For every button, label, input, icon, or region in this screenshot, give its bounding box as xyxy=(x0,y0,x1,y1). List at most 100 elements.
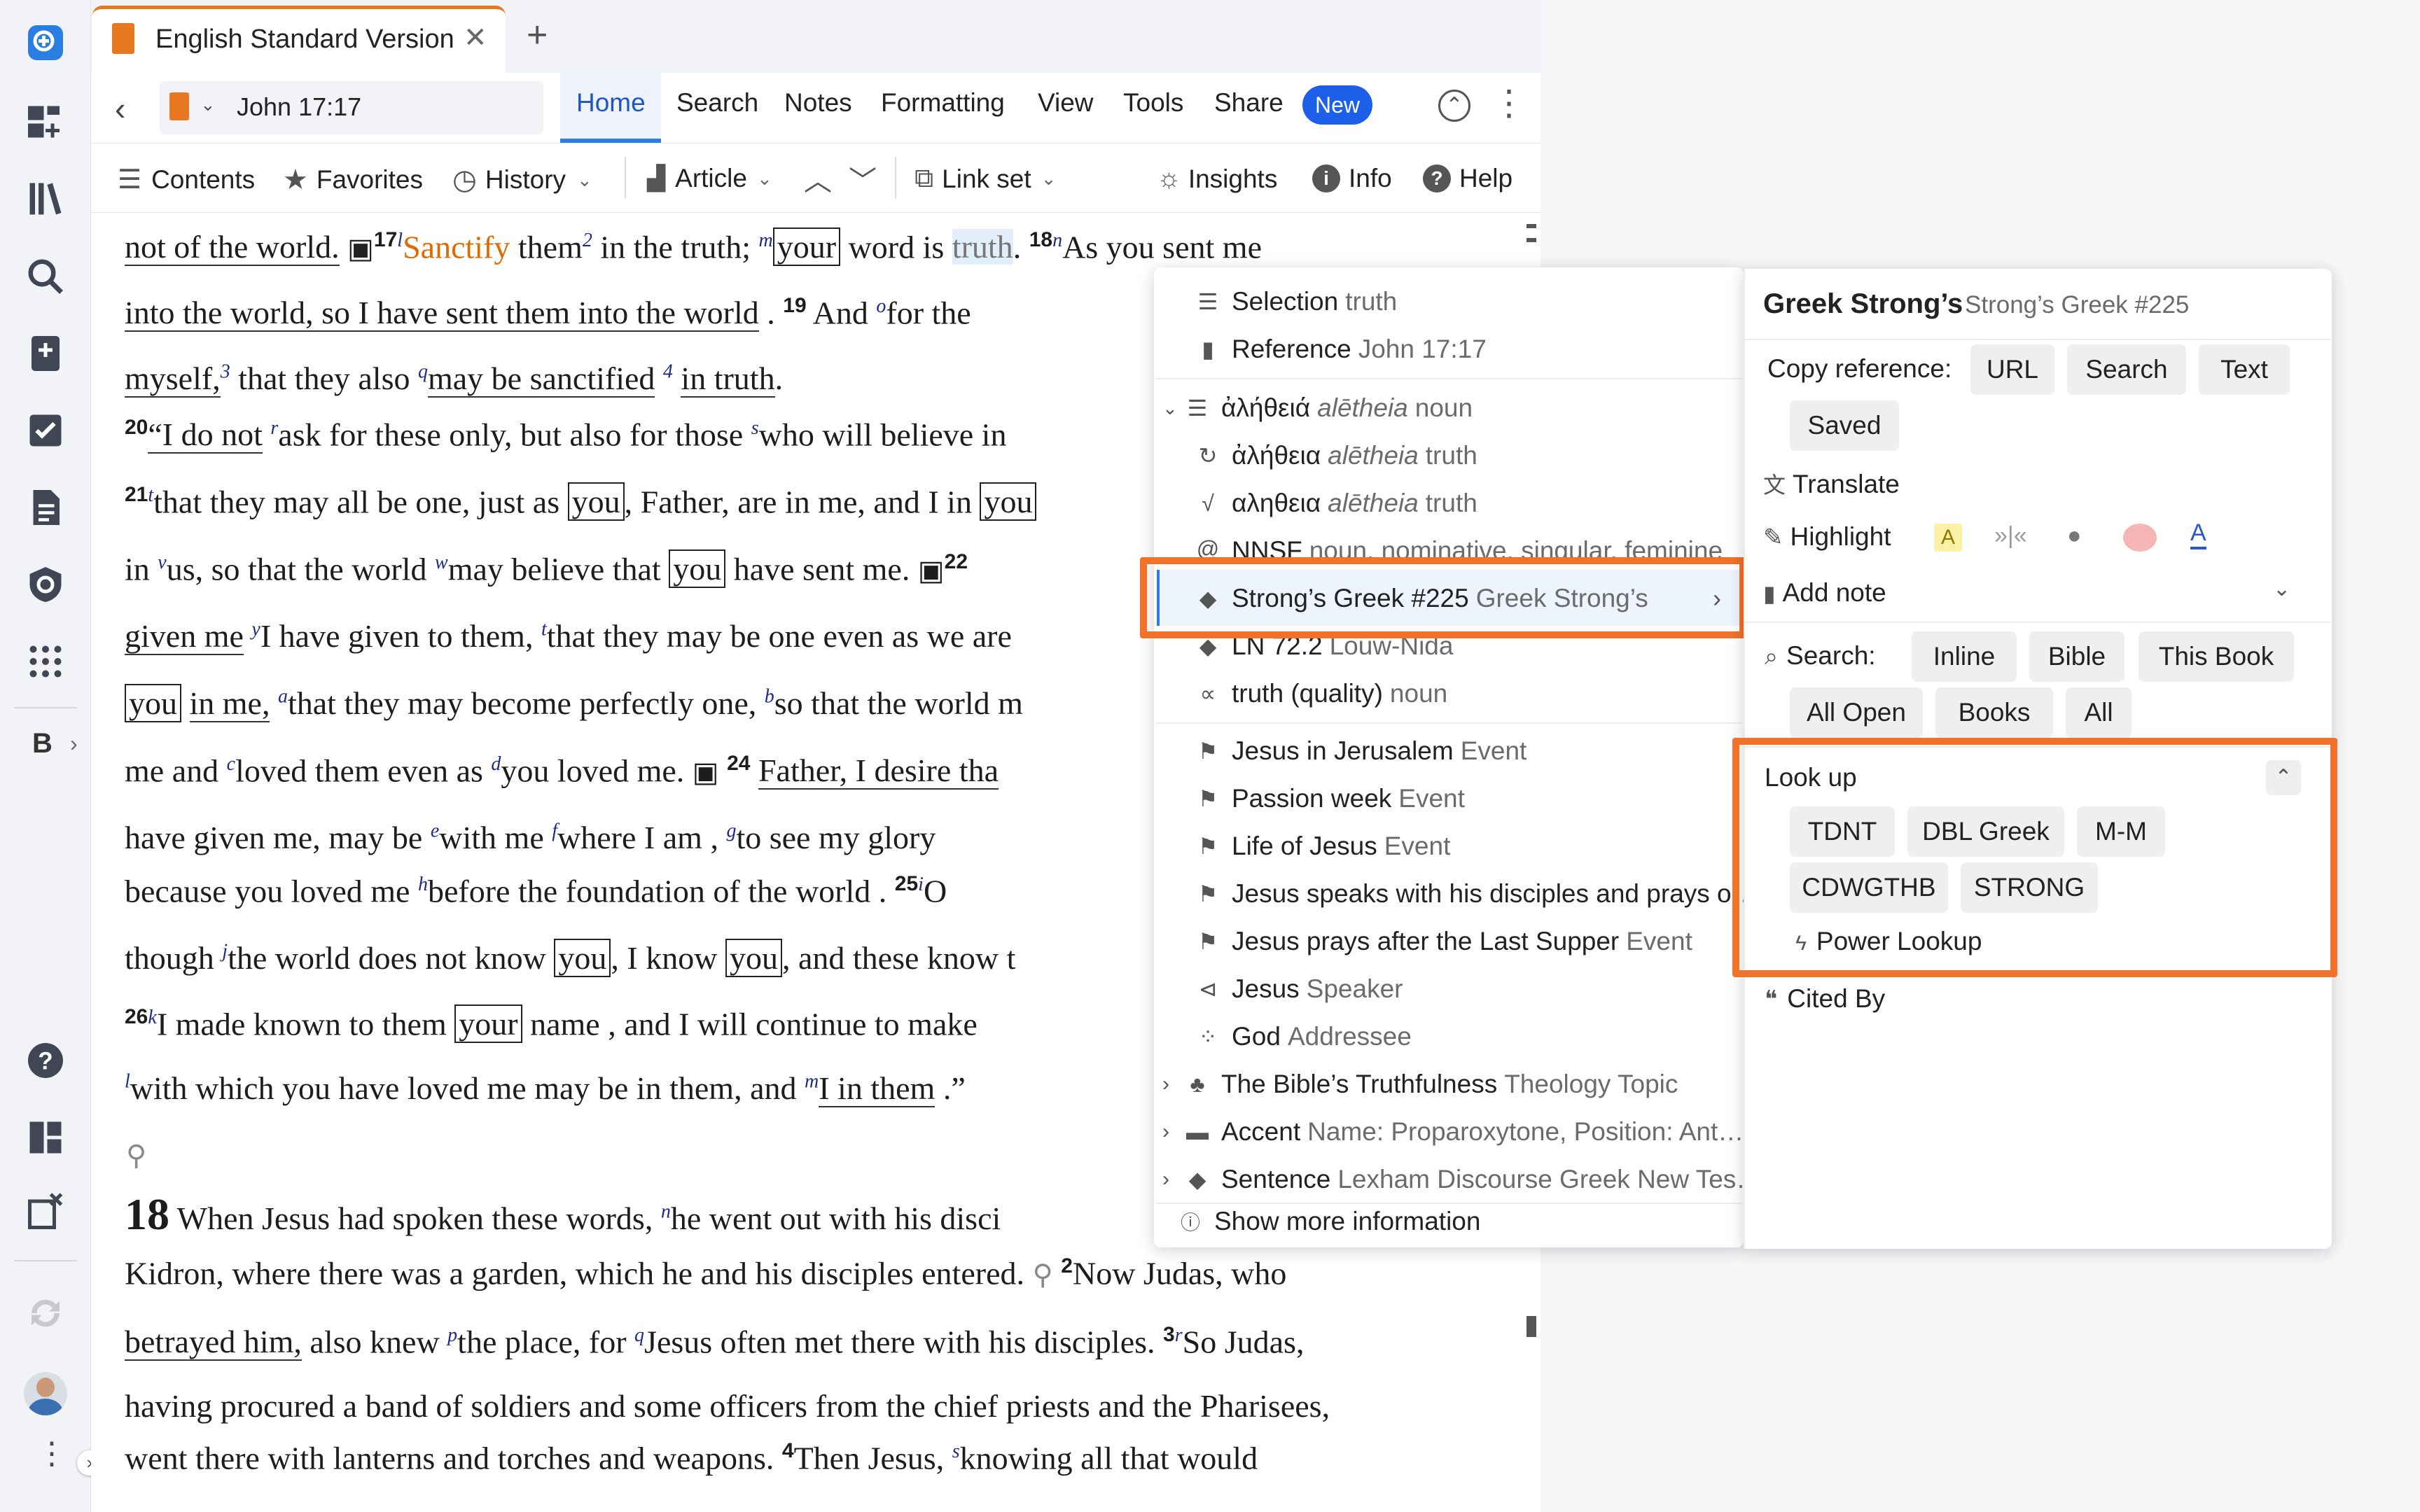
verse-text-line[interactable]: not of the world. ▣17lSanctify them2 in … xyxy=(125,227,1262,267)
tab-home[interactable]: Home xyxy=(576,88,646,118)
guide-icon[interactable] xyxy=(24,332,67,375)
tab-tools[interactable]: Tools xyxy=(1123,88,1183,118)
article-button[interactable]: ▟ Article ⌄ xyxy=(647,164,772,193)
menu-sense[interactable]: ∝ truth (quality) noun xyxy=(1194,679,1448,708)
history-button[interactable]: ◷ History ⌄ xyxy=(452,164,592,196)
verse-text-line[interactable]: having procured a band of soldiers and s… xyxy=(125,1387,1330,1424)
verse-text-line[interactable]: 21tthat they may all be one, just as you… xyxy=(125,482,1037,522)
copy-text-button[interactable]: Text xyxy=(2199,344,2290,395)
search-all-open-button[interactable]: All Open xyxy=(1790,687,1923,738)
verse-text-line[interactable]: betrayed him, also knew pthe place, for … xyxy=(125,1323,1304,1362)
back-icon[interactable]: ‹ xyxy=(115,90,125,127)
chevron-right-icon[interactable]: › xyxy=(70,731,78,757)
collapse-icon[interactable]: ⌃ xyxy=(1438,90,1470,122)
menu-event[interactable]: ⚑ Jesus in Jerusalem Event xyxy=(1194,736,1527,766)
copy-url-button[interactable]: URL xyxy=(1970,344,2054,395)
help-button[interactable]: ? Help xyxy=(1423,164,1512,193)
verse-text-line[interactable]: have given me, may be ewith me fwhere I … xyxy=(125,819,936,856)
verse-text-line[interactable]: because you loved me hbefore the foundat… xyxy=(125,872,947,909)
verse-text-line[interactable]: though jthe world does not know you, I k… xyxy=(125,939,1015,977)
translate-button[interactable]: 文 Translate xyxy=(1763,468,1900,500)
highlight-underline-icon[interactable]: A xyxy=(2190,519,2206,550)
location-pin-icon[interactable]: ⚲ xyxy=(126,1140,146,1172)
close-panels-icon[interactable] xyxy=(24,1190,67,1233)
search-all-button[interactable]: All xyxy=(2066,687,2132,738)
menu-speaker[interactable]: ⊲ Jesus Speaker xyxy=(1194,974,1403,1004)
highlight-person-icon[interactable]: ● xyxy=(2067,522,2082,550)
media-icon[interactable]: ▣ xyxy=(918,554,945,586)
menu-root[interactable]: ↻ ἀλήθεια alētheia truth xyxy=(1194,441,1477,470)
favorites-button[interactable]: ★ Favorites xyxy=(283,164,423,196)
search-this-book-button[interactable]: This Book xyxy=(2139,631,2294,682)
highlight-yellow-icon[interactable]: A xyxy=(1934,524,1962,552)
location-pin-icon[interactable]: ⚲ xyxy=(1033,1259,1053,1290)
verse-text-line[interactable]: Kidron, where there was a garden, which … xyxy=(125,1254,1286,1292)
chevron-down-icon[interactable]: ⌄ xyxy=(2273,577,2290,601)
info-button[interactable]: i Info xyxy=(1312,164,1392,193)
verse-text-line[interactable]: myself,3 that they also qmay be sanctifi… xyxy=(125,360,783,398)
chevron-down-icon[interactable]: ﹀ xyxy=(849,158,877,199)
search-bible-button[interactable]: Bible xyxy=(2029,631,2125,682)
verse-text-line[interactable]: went there with lanterns and torches and… xyxy=(125,1439,1258,1476)
library-icon[interactable] xyxy=(24,177,67,220)
add-search-icon[interactable] xyxy=(24,21,67,64)
apps-grid-icon[interactable] xyxy=(24,640,67,683)
menu-morphology[interactable]: @ NNSF noun, nominative, singular, feminin… xyxy=(1194,536,1723,557)
menu-selection[interactable]: ☰ Selection truth xyxy=(1194,287,1398,316)
tab-share[interactable]: Share xyxy=(1214,88,1284,118)
verse-text-line[interactable]: lwith which you have loved me may be in … xyxy=(125,1070,966,1107)
media-icon[interactable]: ▣ xyxy=(693,756,719,788)
selected-word[interactable]: truth xyxy=(952,229,1013,265)
insights-button[interactable]: ☼ Insights xyxy=(1157,164,1277,194)
verse-text-line[interactable]: into the world, so I have sent them into… xyxy=(125,294,971,332)
copy-search-button[interactable]: Search xyxy=(2067,344,2186,395)
document-icon[interactable] xyxy=(24,486,67,529)
more-vertical-icon[interactable]: ⋮ xyxy=(36,1438,67,1469)
tab-search[interactable]: Search xyxy=(676,88,758,118)
tab-notes[interactable]: Notes xyxy=(784,88,852,118)
search-inline-button[interactable]: Inline xyxy=(1912,631,2017,682)
highlight-bracket-icon[interactable]: »|« xyxy=(1994,522,2027,550)
search-icon[interactable] xyxy=(24,255,67,298)
menu-lemma[interactable]: ⌄ ☰ ἀλήθειά alētheia noun xyxy=(1162,393,1473,423)
close-icon[interactable]: ✕ xyxy=(464,22,487,54)
verse-text-line[interactable]: you in me, athat they may become perfect… xyxy=(125,684,1023,722)
verse-text-line[interactable]: 20“I do not rask for these only, but als… xyxy=(125,416,1006,454)
copy-saved-button[interactable]: Saved xyxy=(1790,400,1899,451)
menu-topic[interactable]: › ♣ The Bible’s Truthfulness Theology Topic xyxy=(1162,1070,1678,1099)
highlight-red-icon[interactable] xyxy=(2123,524,2157,552)
tab-formatting[interactable]: Formatting xyxy=(881,88,1005,118)
bible-b-icon[interactable]: B xyxy=(32,728,53,760)
add-note-button[interactable]: ▮ Add note xyxy=(1763,578,1886,608)
sync-icon[interactable] xyxy=(24,1292,67,1335)
new-tab-button[interactable]: + xyxy=(527,14,548,56)
help-icon[interactable]: ? xyxy=(24,1039,67,1082)
more-vertical-icon[interactable]: ⋮ xyxy=(1491,83,1527,123)
menu-sentence[interactable]: › ◆ Sentence Lexham Discourse Greek New Tes… xyxy=(1162,1165,1762,1194)
shield-icon[interactable] xyxy=(24,563,67,606)
menu-accent[interactable]: › ▬ Accent Name: Proparoxytone, Position: A… xyxy=(1162,1117,1744,1147)
contents-button[interactable]: ☰ Contents xyxy=(118,164,255,195)
cited-by-button[interactable]: ❝ Cited By xyxy=(1765,984,1885,1014)
menu-event[interactable]: ⚑ Jesus speaks with his disciples and pra… xyxy=(1194,879,1758,909)
reference-input[interactable]: John 17:17 xyxy=(237,92,361,122)
search-books-button[interactable]: Books xyxy=(1935,687,2053,738)
menu-root-form[interactable]: √ αληθεια alētheia truth xyxy=(1194,489,1477,518)
menu-event[interactable]: ⚑ Passion week Event xyxy=(1194,784,1465,813)
verse-text-line[interactable]: me and cloved them even as dyou loved me… xyxy=(125,752,999,790)
show-more-button[interactable]: ⓘ Show more information xyxy=(1176,1207,1480,1236)
menu-event[interactable]: ⚑ Jesus prays after the Last Supper Event xyxy=(1194,927,1692,956)
menu-reference[interactable]: ▮ Reference John 17:17 xyxy=(1194,335,1487,364)
layout-icon[interactable] xyxy=(24,1116,67,1159)
verse-text-line[interactable]: 26kI made known to them your name , and … xyxy=(125,1004,978,1044)
reference-box[interactable]: ⌄ John 17:17 xyxy=(160,81,543,134)
verse-text-line[interactable]: 18 When Jesus had spoken these words, nh… xyxy=(125,1189,1001,1240)
verse-text-line[interactable]: in vus, so that the world wmay believe t… xyxy=(125,550,968,589)
chevron-up-icon[interactable]: ︿ xyxy=(804,158,832,199)
dashboard-add-icon[interactable] xyxy=(24,100,67,144)
verse-text-line[interactable]: given me yI have given to them, tthat th… xyxy=(125,617,1012,655)
menu-event[interactable]: ⚑ Life of Jesus Event xyxy=(1194,832,1451,861)
tasks-icon[interactable] xyxy=(24,409,67,452)
media-icon[interactable]: ▣ xyxy=(347,232,374,264)
menu-addressee[interactable]: ⁘ God Addressee xyxy=(1194,1022,1412,1051)
